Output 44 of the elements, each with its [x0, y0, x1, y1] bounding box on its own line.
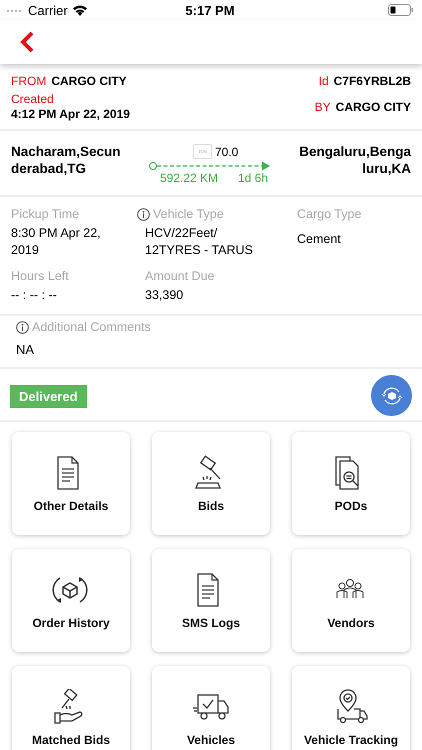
duration-value: 1d 6h: [238, 171, 268, 185]
field-label: Amount Due: [145, 269, 214, 283]
field-label: Hours Left: [11, 269, 69, 283]
field-value: 8:30 PM Apr 22, 2019: [11, 225, 102, 259]
info-icon: [16, 320, 29, 334]
carrier-name: Carrier: [28, 2, 68, 18]
menu-tile[interactable]: Vehicles: [152, 666, 270, 750]
cycle-icon: [378, 386, 404, 406]
comments-label: Additional Comments: [32, 320, 151, 334]
order-id: C7F6YRBL2B: [334, 74, 411, 88]
id-label: Id: [318, 74, 329, 88]
distance-value: 592.22 KM: [160, 171, 218, 185]
field-value: -- : -- : --: [11, 287, 58, 304]
menu-tile[interactable]: Vehicle Tracking: [292, 666, 410, 750]
origin-city: Nacharam,Secunderabad,TG: [11, 143, 122, 177]
weight-value: 70.0: [215, 145, 238, 159]
signal-icon: [6, 7, 24, 13]
created-label: Created: [11, 92, 55, 106]
menu-tile[interactable]: Bids: [152, 432, 270, 535]
menu-tile[interactable]: Other Details: [12, 432, 130, 535]
created-time: 4:12 PM Apr 22, 2019: [11, 107, 130, 121]
destination-city: Bengaluru,Bengaluru,KA: [298, 143, 411, 177]
field-value: HCV/22Feet/ 12TYRES - TARUS: [144, 225, 254, 259]
field-label: Vehicle Type: [153, 207, 224, 221]
menu-tile[interactable]: Matched Bids: [12, 666, 130, 750]
field-label: Pickup Time: [11, 207, 80, 221]
field-value: 33,390: [144, 287, 184, 304]
info-icon: [137, 208, 150, 220]
status-badge: Delivered: [10, 385, 87, 408]
clock-time: 5:17 PM: [185, 2, 235, 18]
field-value: Cement: [297, 231, 342, 248]
menu-tile[interactable]: PODs: [292, 432, 410, 535]
menu-tile[interactable]: Vendors: [292, 549, 410, 652]
by-value: CARGO CITY: [336, 100, 411, 114]
from-value: CARGO CITY: [51, 74, 127, 88]
field-label: Cargo Type: [297, 207, 362, 221]
comments-value: NA: [16, 342, 36, 357]
menu-tile[interactable]: Order History: [12, 549, 130, 652]
by-label: BY: [314, 100, 331, 114]
from-label: FROM: [11, 74, 46, 88]
menu-tile[interactable]: SMS Logs: [152, 549, 270, 652]
wifi-icon: [72, 4, 88, 16]
battery-icon: [388, 4, 414, 16]
refresh-button[interactable]: [371, 375, 412, 416]
